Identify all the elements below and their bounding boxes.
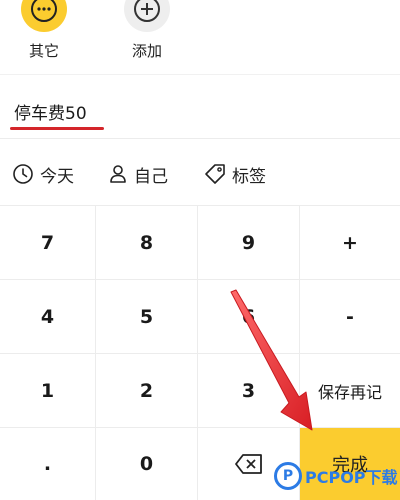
key-5[interactable]: 5 [96, 280, 198, 354]
member-label: 自己 [134, 166, 168, 187]
tag-button[interactable]: 标签 [204, 163, 266, 187]
key-minus[interactable]: - [300, 280, 400, 354]
note-text[interactable]: 停车费50 [14, 99, 87, 124]
key-6[interactable]: 6 [198, 280, 300, 354]
clock-icon [13, 164, 33, 184]
category-other[interactable]: 其它 [9, 0, 79, 74]
save-and-continue-button[interactable]: 保存再记 [300, 354, 400, 428]
key-8[interactable]: 8 [96, 206, 198, 280]
key-plus[interactable]: + [300, 206, 400, 280]
plus-icon [124, 0, 170, 32]
category-other-label: 其它 [28, 42, 59, 60]
annotation-underline [10, 127, 104, 130]
key-1[interactable]: 1 [0, 354, 96, 428]
tag-icon [205, 164, 225, 184]
watermark-logo: P [274, 462, 302, 490]
watermark: P PCPOP下载 [274, 460, 398, 492]
note-field[interactable]: 停车费50 [0, 74, 400, 138]
key-4[interactable]: 4 [0, 280, 96, 354]
key-0[interactable]: 0 [96, 428, 198, 500]
meta-row: 今天 自己 标签 [0, 138, 400, 206]
backspace-icon [234, 454, 262, 474]
person-icon [110, 165, 126, 183]
tag-label: 标签 [232, 166, 266, 187]
key-7[interactable]: 7 [0, 206, 96, 280]
key-3[interactable]: 3 [198, 354, 300, 428]
numeric-keypad: 7 8 9 + 4 5 6 - 1 2 3 保存再记 . 0 完成 [0, 206, 400, 500]
category-add[interactable]: 添加 [112, 0, 182, 74]
category-add-label: 添加 [131, 42, 162, 60]
more-icon [21, 0, 67, 32]
key-2[interactable]: 2 [96, 354, 198, 428]
member-button[interactable]: 自己 [108, 163, 168, 187]
category-row: 其它 添加 [0, 0, 400, 74]
date-button[interactable]: 今天 [12, 163, 74, 187]
key-dot[interactable]: . [0, 428, 96, 500]
watermark-text: PCPOP下载 [305, 468, 398, 487]
date-label: 今天 [40, 166, 74, 187]
key-9[interactable]: 9 [198, 206, 300, 280]
